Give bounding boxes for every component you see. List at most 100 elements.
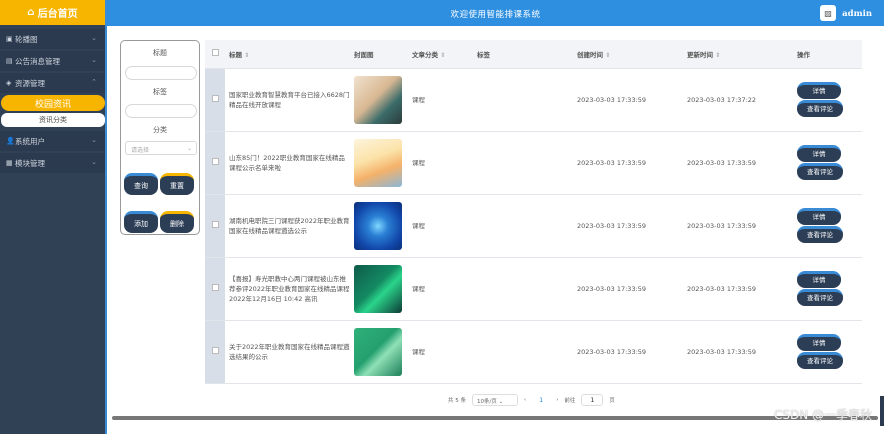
actions-cell: 详情 查看评论 <box>793 68 862 132</box>
cover-cell <box>350 257 408 321</box>
filter-panel: 标题 标签 分类 请选择 ⌄ 查询 重置 添加 删除 <box>120 40 200 235</box>
reset-button[interactable]: 重置 <box>160 173 194 195</box>
sort-icon[interactable]: ⇕ <box>440 52 445 59</box>
tag-cell <box>473 131 573 195</box>
title-label: 标题 <box>153 49 167 57</box>
cover-image[interactable] <box>354 264 402 313</box>
top-bar: 欢迎使用智能排课系统 ▨ admin <box>107 0 884 26</box>
vertical-scrollbar[interactable] <box>880 396 884 426</box>
submenu-campus-news[interactable]: 校园资讯 <box>1 95 105 111</box>
col-updated[interactable]: 更新时间 ⇕ <box>683 40 793 69</box>
page-number[interactable]: 1 <box>532 396 550 404</box>
row-checkbox[interactable] <box>211 283 219 291</box>
cover-cell <box>350 194 408 258</box>
select-cell <box>205 131 225 195</box>
table-row: 湖南机电职院三门课程获2022年职业教育国家在线精品课程遴选公示 课程 2023… <box>205 194 862 258</box>
row-checkbox[interactable] <box>211 157 219 165</box>
detail-button[interactable]: 详情 <box>797 271 841 288</box>
row-checkbox[interactable] <box>211 94 219 102</box>
view-comments-button[interactable]: 查看评论 <box>797 226 843 243</box>
actions-cell: 详情 查看评论 <box>793 194 862 258</box>
col-created[interactable]: 创建时间 ⇕ <box>573 40 683 69</box>
resource-icon: ◈ <box>6 79 12 87</box>
menu-carousel[interactable]: ▣ 轮播图 ⌄ <box>0 29 105 49</box>
tag-cell <box>473 194 573 258</box>
query-button[interactable]: 查询 <box>124 173 158 195</box>
category-select[interactable]: 请选择 ⌄ <box>125 141 197 155</box>
view-comments-button[interactable]: 查看评论 <box>797 163 843 180</box>
page-size-value: 10条/页 <box>477 399 497 405</box>
menu-label: 系统用户 <box>15 136 45 146</box>
detail-button[interactable]: 详情 <box>797 208 841 225</box>
col-category[interactable]: 文章分类 ⇕ <box>408 40 473 69</box>
cover-image[interactable] <box>354 138 402 187</box>
row-checkbox[interactable] <box>211 220 219 228</box>
chevron-down-icon: ⌄ <box>498 399 504 405</box>
select-all-cell <box>205 40 225 69</box>
menu-modules[interactable]: ▦ 模块管理 ⌄ <box>0 153 105 173</box>
detail-button[interactable]: 详情 <box>797 82 841 99</box>
col-title[interactable]: 标题 ⇕ <box>225 40 350 69</box>
title-input[interactable] <box>125 66 197 80</box>
menu-resources[interactable]: ◈ 资源管理 ⌃ <box>0 73 105 93</box>
category-cell: 课程 <box>408 131 473 195</box>
col-label: 更新时间 <box>687 50 713 59</box>
view-comments-button[interactable]: 查看评论 <box>797 352 843 369</box>
detail-button[interactable]: 详情 <box>797 145 841 162</box>
image-icon: ▣ <box>6 35 13 43</box>
user-icon: 👤 <box>6 137 15 145</box>
cover-image[interactable] <box>354 75 402 124</box>
username[interactable]: admin <box>842 9 872 19</box>
home-link[interactable]: ⌂ 后台首页 <box>0 0 105 25</box>
updated-cell: 2023-03-03 17:33:59 <box>683 194 793 258</box>
total-count: 共 5 条 <box>448 398 466 404</box>
chevron-down-icon: ⌄ <box>91 34 97 42</box>
cover-image[interactable] <box>354 327 402 376</box>
category-label: 分类 <box>153 126 167 134</box>
document-icon: ▤ <box>6 57 13 65</box>
detail-button[interactable]: 详情 <box>797 334 841 351</box>
select-cell <box>205 320 225 384</box>
view-comments-button[interactable]: 查看评论 <box>797 100 843 117</box>
page-size-select[interactable]: 10条/页 ⌄ <box>472 394 518 406</box>
col-label: 创建时间 <box>577 50 603 59</box>
menu-label: 资源管理 <box>15 78 45 88</box>
chevron-up-icon: ⌃ <box>91 78 97 86</box>
goto-input[interactable]: 1 <box>581 394 604 406</box>
actions-cell: 详情 查看评论 <box>793 131 862 195</box>
created-cell: 2023-03-03 17:33:59 <box>573 194 683 258</box>
sort-icon[interactable]: ⇕ <box>715 52 720 59</box>
category-cell: 课程 <box>408 194 473 258</box>
tag-cell <box>473 257 573 321</box>
menu-label: 模块管理 <box>15 158 45 168</box>
avatar[interactable]: ▨ <box>820 5 836 21</box>
submenu-news-category[interactable]: 资讯分类 <box>1 113 105 127</box>
select-cell <box>205 257 225 321</box>
news-table: 标题 ⇕ 封面图 文章分类 ⇕ 标签 创建时间 ⇕ 更新时间 ⇕ 操作 国家职业… <box>205 40 862 384</box>
category-cell: 课程 <box>408 320 473 384</box>
select-all-checkbox[interactable] <box>211 49 219 57</box>
menu-system-users[interactable]: 👤 系统用户 ⌄ <box>0 131 105 151</box>
horizontal-scrollbar[interactable] <box>112 416 878 420</box>
col-label: 文章分类 <box>412 50 438 59</box>
row-checkbox[interactable] <box>211 346 219 354</box>
chevron-down-icon: ⌄ <box>91 136 97 144</box>
sort-icon[interactable]: ⇕ <box>244 52 249 59</box>
tag-input[interactable] <box>125 104 197 118</box>
cover-cell <box>350 131 408 195</box>
watermark: CSDN @一季春秋 <box>773 408 872 422</box>
pagination: 共 5 条 10条/页 ⌄ ‹ 1 › 前往 1 页 <box>448 394 615 406</box>
next-page-button[interactable]: › <box>556 397 558 403</box>
add-button[interactable]: 添加 <box>124 211 158 233</box>
category-cell: 课程 <box>408 68 473 132</box>
sort-icon[interactable]: ⇕ <box>605 52 610 59</box>
grid-icon: ▦ <box>6 159 13 167</box>
delete-button[interactable]: 删除 <box>160 211 194 233</box>
view-comments-button[interactable]: 查看评论 <box>797 289 843 306</box>
menu-announcements[interactable]: ▤ 公告消息管理 ⌄ <box>0 51 105 71</box>
table-row: 国家职业教育智慧教育平台已接入6628门精品在线开放课程 课程 2023-03-… <box>205 68 862 132</box>
prev-page-button[interactable]: ‹ <box>524 397 526 403</box>
page-title: 欢迎使用智能排课系统 <box>450 10 541 20</box>
goto-label: 前往 <box>564 398 576 404</box>
cover-image[interactable] <box>354 201 402 250</box>
